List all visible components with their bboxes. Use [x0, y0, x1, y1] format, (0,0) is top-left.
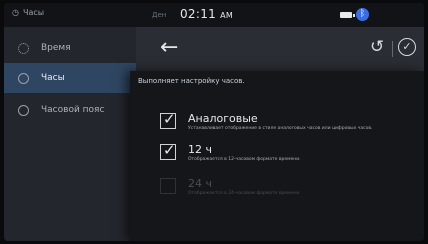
header-divider — [392, 41, 393, 57]
sidebar-item-timezone[interactable]: Часовой пояс — [4, 95, 136, 125]
sidebar-item-time[interactable]: Время — [4, 33, 136, 63]
status-time: 02:11 AM — [180, 7, 233, 21]
clock-icon — [18, 104, 29, 116]
screen-frame: ◷ Часы Ден 02:11 AM ᛒ Время Часы Часовой … — [4, 3, 424, 241]
clock-icon: ◷ — [12, 8, 19, 17]
status-bar: ◷ Часы Ден 02:11 AM ᛒ — [4, 3, 424, 27]
header-bar: ← ↺ ✓ — [136, 27, 424, 71]
status-app-label: Часы — [22, 8, 45, 17]
sidebar-item-clock[interactable]: Часы — [4, 63, 136, 93]
clock-icon — [18, 72, 29, 84]
option-description: Отображается в 24-часовом формате времен… — [188, 191, 301, 196]
status-small-text: Ден — [152, 11, 167, 19]
back-arrow-icon[interactable]: ← — [160, 37, 178, 59]
option-label: Аналоговые — [188, 112, 258, 125]
bluetooth-icon: ᛒ — [356, 8, 369, 21]
analog-checkbox[interactable]: ✓ — [160, 110, 176, 129]
popup-title: Выполняет настройку часов. — [138, 77, 245, 85]
clock-settings-popup: Выполняет настройку часов. ✓ Аналоговые … — [130, 71, 424, 241]
check-circle-icon[interactable]: ✓ — [398, 38, 416, 56]
sidebar-item-label: Время — [41, 43, 71, 53]
sidebar: Время Часы Часовой пояс — [4, 27, 136, 241]
gear-icon — [18, 42, 29, 54]
check-icon: ✓ — [163, 141, 176, 159]
sidebar-item-label: Часы — [41, 73, 65, 83]
24h-checkbox — [160, 178, 176, 194]
12h-checkbox[interactable]: ✓ — [160, 141, 176, 160]
option-description: Отображается в 12-часовом формате времен… — [188, 157, 301, 162]
sidebar-item-label: Часовой пояс — [41, 105, 105, 115]
option-label: 12 ч — [188, 143, 212, 156]
battery-icon — [340, 12, 355, 18]
reset-icon[interactable]: ↺ — [370, 37, 384, 57]
check-icon: ✓ — [163, 110, 176, 128]
status-time-value: 02:11 — [180, 7, 217, 21]
option-label: 24 ч — [188, 177, 212, 190]
status-ampm: AM — [220, 11, 234, 20]
option-description: Устанавливает отображение в стиле аналог… — [188, 126, 373, 131]
status-app: ◷ Часы — [12, 8, 44, 17]
